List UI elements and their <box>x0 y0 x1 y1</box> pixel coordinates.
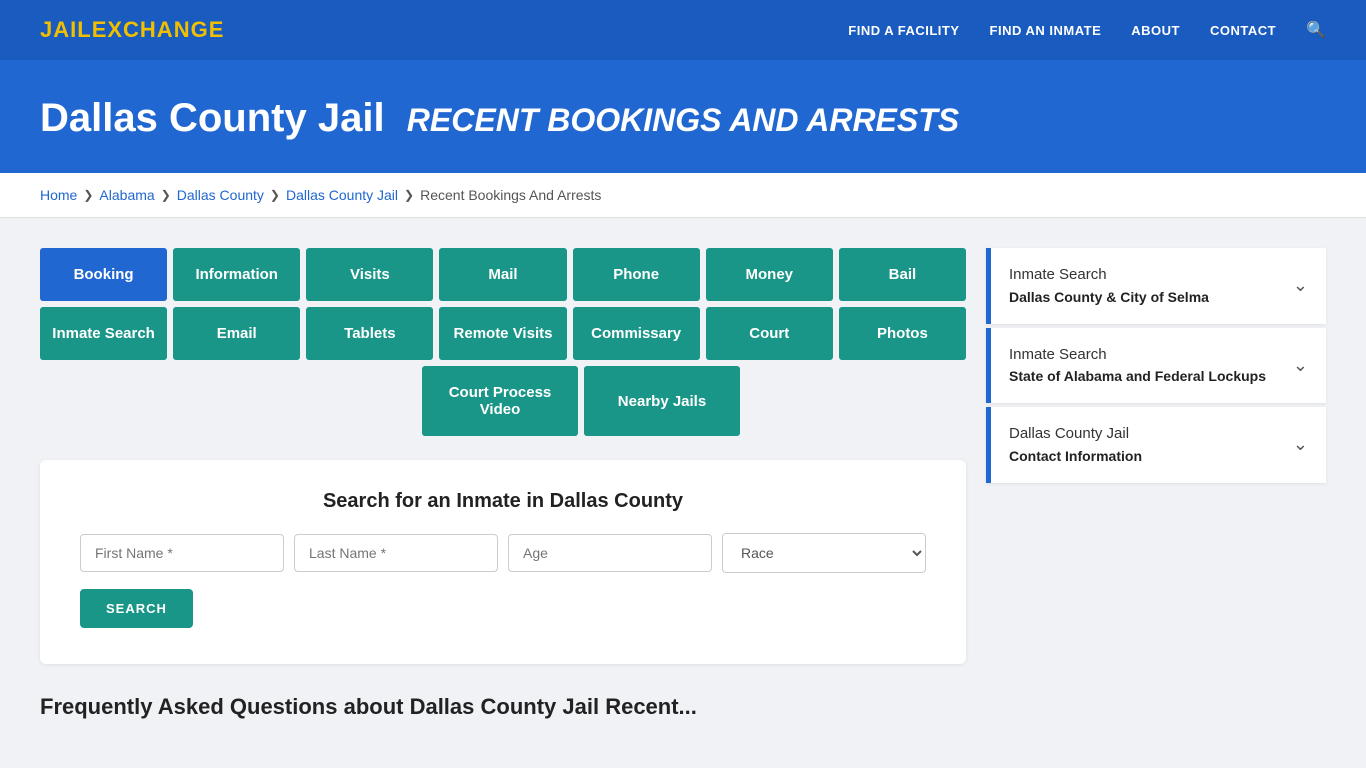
nav-find-facility[interactable]: FIND A FACILITY <box>848 23 959 38</box>
breadcrumb-sep-4: ❯ <box>404 188 414 202</box>
btn-bail[interactable]: Bail <box>839 248 966 301</box>
btn-inmate-search[interactable]: Inmate Search <box>40 307 167 360</box>
chevron-down-icon-2: ⌄ <box>1293 355 1308 376</box>
sidebar-card-1[interactable]: Inmate Search Dallas County & City of Se… <box>986 248 1326 324</box>
sidebar: Inmate Search Dallas County & City of Se… <box>986 248 1326 487</box>
logo[interactable]: JAILEXCHANGE <box>40 17 224 43</box>
last-name-input[interactable] <box>294 534 498 572</box>
content-area: Booking Information Visits Mail Phone Mo… <box>0 218 1366 750</box>
site-header: JAILEXCHANGE FIND A FACILITY FIND AN INM… <box>0 0 1366 60</box>
nav-about[interactable]: ABOUT <box>1131 23 1180 38</box>
page-title-bold: Dallas County Jail <box>40 96 385 140</box>
btn-information[interactable]: Information <box>173 248 300 301</box>
sidebar-card-3-header[interactable]: Dallas County Jail Contact Information ⌄ <box>991 407 1326 483</box>
sidebar-card-3-subtitle: Contact Information <box>1009 446 1142 467</box>
inmate-search-box: Search for an Inmate in Dallas County Ra… <box>40 460 966 664</box>
race-select[interactable]: Race White Black Hispanic Asian Native A… <box>722 533 926 573</box>
faq-heading: Frequently Asked Questions about Dallas … <box>40 694 966 720</box>
first-name-input[interactable] <box>80 534 284 572</box>
btn-mail[interactable]: Mail <box>439 248 566 301</box>
btn-commissary[interactable]: Commissary <box>573 307 700 360</box>
breadcrumb-dallas-county-jail[interactable]: Dallas County Jail <box>286 187 398 203</box>
search-button[interactable]: SEARCH <box>80 589 193 628</box>
main-nav: FIND A FACILITY FIND AN INMATE ABOUT CON… <box>848 20 1326 40</box>
btn-court[interactable]: Court <box>706 307 833 360</box>
breadcrumb-dallas-county[interactable]: Dallas County <box>177 187 264 203</box>
main-content: Booking Information Visits Mail Phone Mo… <box>40 248 966 720</box>
sidebar-card-2-texts: Inmate Search State of Alabama and Feder… <box>1009 344 1266 388</box>
breadcrumb-current: Recent Bookings And Arrests <box>420 187 601 203</box>
nav-button-grid: Booking Information Visits Mail Phone Mo… <box>40 248 966 436</box>
age-input[interactable] <box>508 534 712 572</box>
page-title-italic: RECENT BOOKINGS AND ARRESTS <box>407 102 959 138</box>
chevron-down-icon-3: ⌄ <box>1293 434 1308 455</box>
nav-row-1: Booking Information Visits Mail Phone Mo… <box>40 248 966 301</box>
btn-tablets[interactable]: Tablets <box>306 307 433 360</box>
logo-exchange: EXCHANGE <box>92 17 225 42</box>
nav-row-2: Inmate Search Email Tablets Remote Visit… <box>40 307 966 360</box>
sidebar-card-2-title: Inmate Search <box>1009 344 1266 367</box>
breadcrumb-sep-3: ❯ <box>270 188 280 202</box>
nav-contact[interactable]: CONTACT <box>1210 23 1276 38</box>
btn-visits[interactable]: Visits <box>306 248 433 301</box>
breadcrumb: Home ❯ Alabama ❯ Dallas County ❯ Dallas … <box>40 187 1326 203</box>
search-icon[interactable]: 🔍 <box>1306 20 1326 40</box>
btn-court-process-video[interactable]: Court Process Video <box>422 366 578 436</box>
breadcrumb-sep-1: ❯ <box>83 188 93 202</box>
btn-email[interactable]: Email <box>173 307 300 360</box>
sidebar-card-2-header[interactable]: Inmate Search State of Alabama and Feder… <box>991 328 1326 404</box>
nav-row-3: Court Process Video Nearby Jails <box>196 366 966 436</box>
nav-find-inmate[interactable]: FIND AN INMATE <box>990 23 1102 38</box>
btn-money[interactable]: Money <box>706 248 833 301</box>
breadcrumb-bar: Home ❯ Alabama ❯ Dallas County ❯ Dallas … <box>0 173 1366 218</box>
breadcrumb-home[interactable]: Home <box>40 187 77 203</box>
sidebar-card-2-subtitle: State of Alabama and Federal Lockups <box>1009 366 1266 387</box>
btn-nearby-jails[interactable]: Nearby Jails <box>584 366 740 436</box>
btn-booking[interactable]: Booking <box>40 248 167 301</box>
breadcrumb-sep-2: ❯ <box>161 188 171 202</box>
logo-jail: JAIL <box>40 17 92 42</box>
page-title: Dallas County Jail RECENT BOOKINGS AND A… <box>40 96 1326 141</box>
sidebar-card-1-header[interactable]: Inmate Search Dallas County & City of Se… <box>991 248 1326 324</box>
chevron-down-icon-1: ⌄ <box>1293 275 1308 296</box>
sidebar-card-2[interactable]: Inmate Search State of Alabama and Feder… <box>986 328 1326 404</box>
hero-section: Dallas County Jail RECENT BOOKINGS AND A… <box>0 60 1366 173</box>
sidebar-card-3[interactable]: Dallas County Jail Contact Information ⌄ <box>986 407 1326 483</box>
search-form: Race White Black Hispanic Asian Native A… <box>80 533 926 573</box>
search-btn-row: SEARCH <box>80 589 926 628</box>
btn-remote-visits[interactable]: Remote Visits <box>439 307 566 360</box>
sidebar-card-1-title: Inmate Search <box>1009 264 1209 287</box>
search-heading: Search for an Inmate in Dallas County <box>80 490 926 513</box>
breadcrumb-alabama[interactable]: Alabama <box>99 187 154 203</box>
btn-photos[interactable]: Photos <box>839 307 966 360</box>
sidebar-card-1-texts: Inmate Search Dallas County & City of Se… <box>1009 264 1209 308</box>
sidebar-card-3-title: Dallas County Jail <box>1009 423 1142 446</box>
sidebar-card-1-subtitle: Dallas County & City of Selma <box>1009 287 1209 308</box>
btn-phone[interactable]: Phone <box>573 248 700 301</box>
sidebar-card-3-texts: Dallas County Jail Contact Information <box>1009 423 1142 467</box>
